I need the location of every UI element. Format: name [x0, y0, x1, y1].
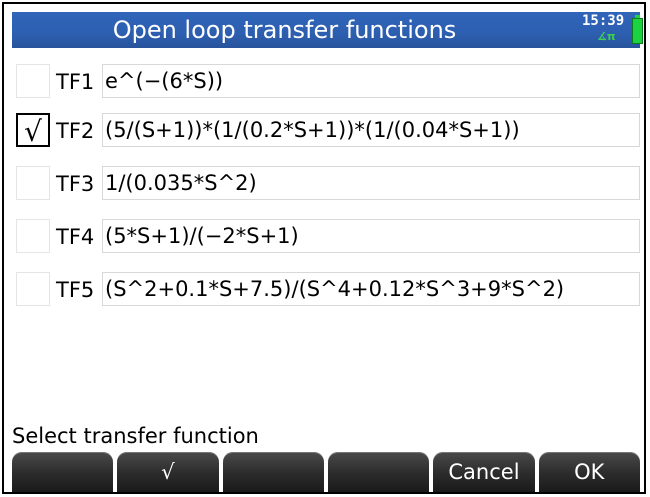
tf1-checkbox[interactable]	[16, 64, 50, 98]
tf-row-4[interactable]: TF4 (5*S+1)/(−2*S+1)	[16, 219, 640, 255]
tf3-checkbox[interactable]	[16, 166, 50, 200]
tf4-label: TF4	[56, 225, 95, 249]
tf2-checkbox[interactable]: √	[16, 113, 50, 148]
tf5-label: TF5	[56, 278, 95, 302]
clock: 15:39	[582, 13, 625, 29]
softkey-4[interactable]	[327, 452, 430, 492]
tf2-label: TF2	[56, 119, 95, 143]
battery-icon	[632, 15, 643, 44]
tf-row-2[interactable]: √ TF2 (5/(S+1))*(1/(0.2*S+1))*(1/(0.04*S…	[16, 113, 640, 149]
angle-mode-icon: ∡π	[597, 30, 616, 43]
softkey-1[interactable]	[12, 452, 114, 492]
tf3-label: TF3	[56, 172, 95, 196]
tf1-label: TF1	[56, 70, 95, 94]
softkey-3[interactable]	[222, 452, 324, 492]
title-bar: Open loop transfer functions 15:39 ∡π	[12, 12, 643, 48]
ok-button[interactable]: OK	[538, 452, 640, 492]
tf5-checkbox[interactable]	[16, 272, 50, 306]
status-prompt: Select transfer function	[12, 424, 259, 448]
window-title: Open loop transfer functions	[112, 16, 457, 44]
check-softkey[interactable]: √	[117, 452, 219, 492]
tf4-checkbox[interactable]	[16, 219, 50, 253]
tf2-expression-field[interactable]: (5/(S+1))*(1/(0.2*S+1))*(1/(0.04*S+1))	[102, 113, 640, 147]
tf-row-5[interactable]: TF5 (S^2+0.1*S+7.5)/(S^4+0.12*S^3+9*S^2)	[16, 272, 640, 308]
tf-row-3[interactable]: TF3 1/(0.035*S^2)	[16, 166, 640, 202]
tf3-expression-field[interactable]: 1/(0.035*S^2)	[102, 166, 640, 200]
tf-row-1[interactable]: TF1 e^(−(6*S))	[16, 64, 640, 100]
cancel-button[interactable]: Cancel	[433, 452, 535, 492]
tf4-expression-field[interactable]: (5*S+1)/(−2*S+1)	[102, 219, 640, 253]
softkey-menu: √ Cancel OK	[12, 452, 640, 492]
tf5-expression-field[interactable]: (S^2+0.1*S+7.5)/(S^4+0.12*S^3+9*S^2)	[102, 272, 640, 306]
tf1-expression-field[interactable]: e^(−(6*S))	[102, 64, 640, 98]
